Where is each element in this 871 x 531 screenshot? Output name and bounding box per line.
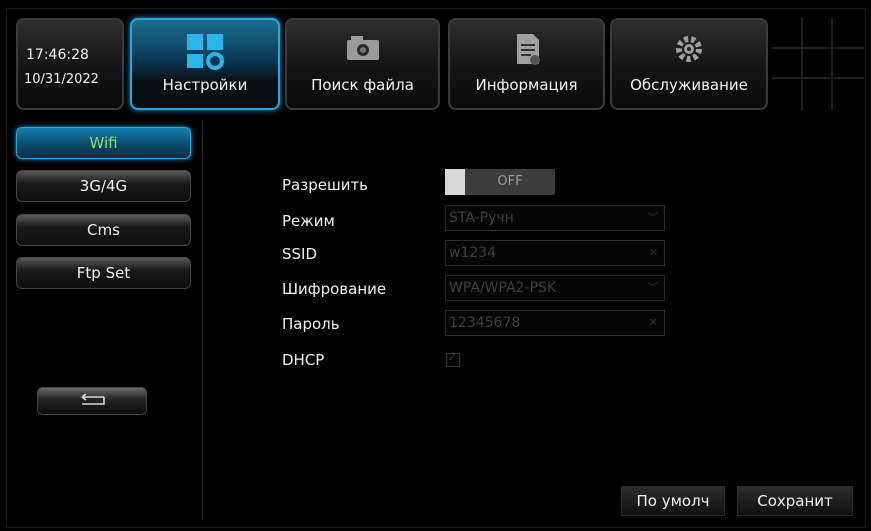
decorative-grid	[772, 18, 864, 110]
tab-information[interactable]: Информация	[448, 18, 605, 110]
encryption-select[interactable]: WPA/WPA2-PSK ﹀	[445, 275, 665, 301]
dhcp-checkbox[interactable]: ✓	[446, 351, 460, 367]
tab-information-label: Информация	[475, 76, 578, 94]
camera-icon	[343, 30, 383, 70]
clock-panel: 17:46:28 10/31/2022	[16, 18, 124, 110]
back-button[interactable]	[37, 387, 147, 415]
ssid-value: w1234	[449, 245, 497, 261]
clock-date: 10/31/2022	[24, 72, 99, 87]
return-arrow-icon	[81, 393, 105, 405]
password-value: 12345678	[449, 315, 521, 331]
gear-icon	[670, 30, 708, 72]
chevron-down-icon: ﹀	[647, 211, 658, 224]
password-label: Пароль	[282, 315, 340, 333]
close-icon: ✕	[648, 246, 658, 259]
clock-time: 17:46:28	[26, 47, 89, 63]
password-input[interactable]: 12345678 ✕	[445, 310, 665, 336]
chevron-down-icon: ﹀	[647, 281, 658, 294]
tab-settings-label: Настройки	[162, 76, 248, 94]
save-button[interactable]: Сохранит	[737, 486, 853, 516]
toggle-state: OFF	[497, 174, 523, 189]
tab-file-search[interactable]: Поиск файла	[285, 18, 440, 110]
ssid-label: SSID	[282, 245, 318, 263]
dhcp-label: DHCP	[282, 351, 325, 369]
enable-label: Разрешить	[282, 176, 369, 194]
tab-maintenance-label: Обслуживание	[630, 76, 748, 94]
default-button[interactable]: По умолч	[621, 486, 725, 516]
mode-value: STA-Ручн	[449, 210, 514, 226]
encryption-label: Шифрование	[282, 280, 387, 298]
encryption-value: WPA/WPA2-PSK	[449, 280, 557, 296]
sidebar-divider	[202, 120, 203, 520]
check-icon: ✓	[448, 351, 458, 364]
mode-label: Режим	[282, 212, 335, 230]
document-icon	[509, 30, 545, 72]
ssid-input[interactable]: w1234 ✕	[445, 240, 665, 266]
sidebar-item-ftp-set[interactable]: Ftp Set	[16, 257, 191, 289]
sidebar-item-3g4g[interactable]: 3G/4G	[16, 170, 191, 202]
settings-grid-icon	[183, 30, 227, 78]
enable-toggle[interactable]: OFF	[445, 169, 555, 195]
tab-settings[interactable]: Настройки	[130, 18, 280, 110]
dvr-settings-screen: 17:46:28 10/31/2022 Настройки Поиск файл…	[0, 0, 871, 531]
tab-maintenance[interactable]: Обслуживание	[610, 18, 768, 110]
sidebar-item-wifi[interactable]: Wifi	[16, 127, 191, 159]
toggle-knob	[445, 169, 465, 195]
close-icon: ✕	[648, 316, 658, 329]
tab-file-search-label: Поиск файла	[311, 76, 414, 94]
sidebar-item-cms[interactable]: Cms	[16, 214, 191, 246]
mode-select[interactable]: STA-Ручн ﹀	[445, 205, 665, 231]
